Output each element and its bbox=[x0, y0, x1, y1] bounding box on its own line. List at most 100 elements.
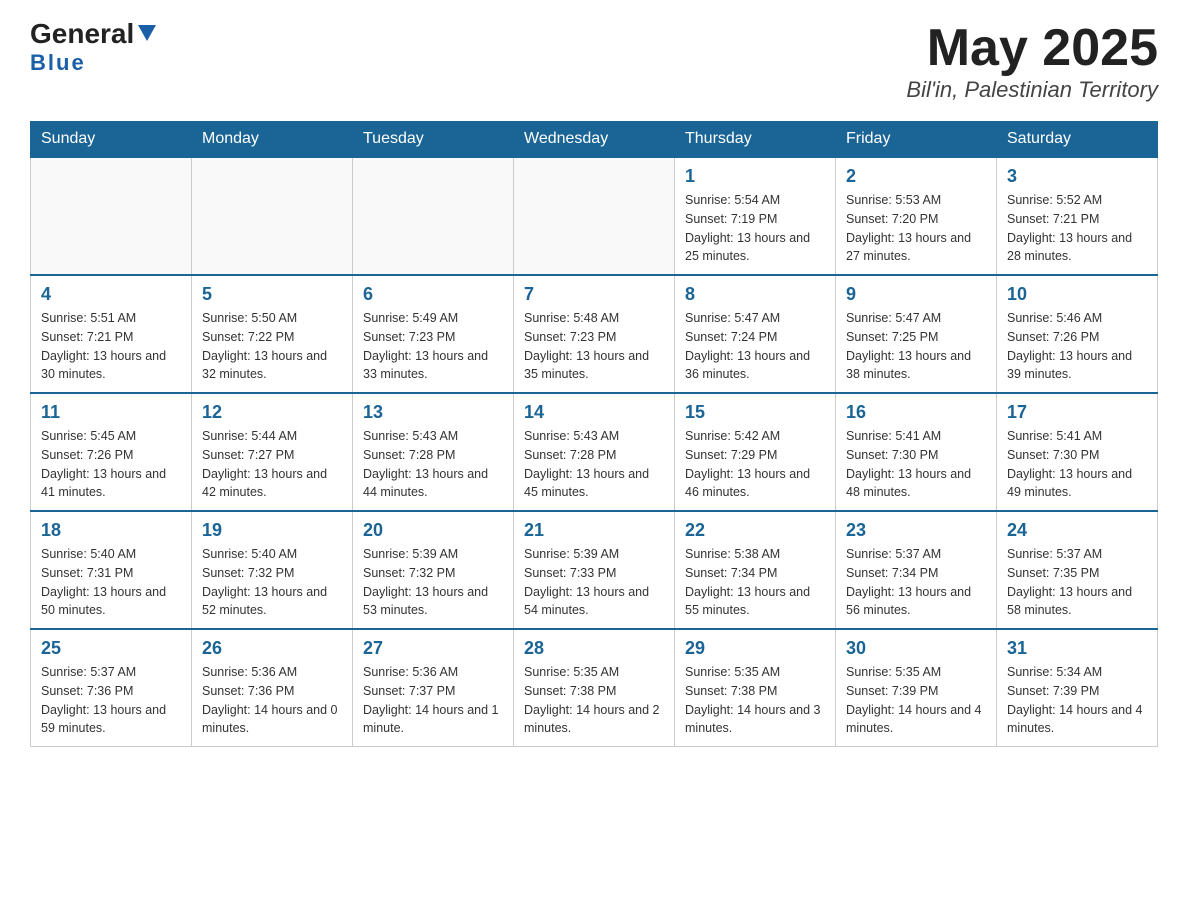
day-number: 23 bbox=[846, 520, 986, 541]
day-number: 20 bbox=[363, 520, 503, 541]
week-row-4: 18Sunrise: 5:40 AM Sunset: 7:31 PM Dayli… bbox=[31, 511, 1158, 629]
calendar-cell: 12 Sunrise: 5:44 AM Sunset: 7:27 PM Dayli… bbox=[192, 393, 353, 511]
calendar-cell bbox=[353, 157, 514, 275]
day-number: 27 bbox=[363, 638, 503, 659]
calendar-cell: 8 Sunrise: 5:47 AM Sunset: 7:24 PM Daylig… bbox=[675, 275, 836, 393]
calendar-cell: 17 Sunrise: 5:41 AM Sunset: 7:30 PM Dayli… bbox=[997, 393, 1158, 511]
day-number: 8 bbox=[685, 284, 825, 305]
day-number: 1 bbox=[685, 166, 825, 187]
calendar-cell bbox=[192, 157, 353, 275]
calendar-cell: 24Sunrise: 5:37 AM Sunset: 7:35 PM Dayli… bbox=[997, 511, 1158, 629]
day-info: Sunrise: 5:50 AM Sunset: 7:22 PM Dayligh… bbox=[202, 309, 342, 384]
calendar-cell: 3Sunrise: 5:52 AM Sunset: 7:21 PM Daylig… bbox=[997, 157, 1158, 275]
day-info: Sunrise: 5:35 AM Sunset: 7:38 PM Dayligh… bbox=[685, 663, 825, 738]
day-number: 2 bbox=[846, 166, 986, 187]
calendar-cell: 5 Sunrise: 5:50 AM Sunset: 7:22 PM Daylig… bbox=[192, 275, 353, 393]
day-info: Sunrise: 5:40 AM Sunset: 7:32 PM Dayligh… bbox=[202, 545, 342, 620]
location-subtitle: Bil'in, Palestinian Territory bbox=[906, 77, 1158, 103]
week-row-1: 1 Sunrise: 5:54 AM Sunset: 7:19 PM Daylig… bbox=[31, 157, 1158, 275]
day-info: Sunrise: 5:36 AM Sunset: 7:37 PM Dayligh… bbox=[363, 663, 503, 738]
week-row-2: 4 Sunrise: 5:51 AM Sunset: 7:21 PM Daylig… bbox=[31, 275, 1158, 393]
day-number: 7 bbox=[524, 284, 664, 305]
day-number: 16 bbox=[846, 402, 986, 423]
day-info: Sunrise: 5:53 AM Sunset: 7:20 PM Dayligh… bbox=[846, 191, 986, 266]
day-info: Sunrise: 5:38 AM Sunset: 7:34 PM Dayligh… bbox=[685, 545, 825, 620]
day-number: 17 bbox=[1007, 402, 1147, 423]
logo-text-blue: Blue bbox=[30, 50, 86, 76]
day-info: Sunrise: 5:48 AM Sunset: 7:23 PM Dayligh… bbox=[524, 309, 664, 384]
calendar-cell: 28 Sunrise: 5:35 AM Sunset: 7:38 PM Dayli… bbox=[514, 629, 675, 747]
calendar-cell: 4 Sunrise: 5:51 AM Sunset: 7:21 PM Daylig… bbox=[31, 275, 192, 393]
day-number: 28 bbox=[524, 638, 664, 659]
day-number: 11 bbox=[41, 402, 181, 423]
calendar-cell: 18Sunrise: 5:40 AM Sunset: 7:31 PM Dayli… bbox=[31, 511, 192, 629]
title-area: May 2025 Bil'in, Palestinian Territory bbox=[906, 20, 1158, 103]
month-title: May 2025 bbox=[906, 20, 1158, 77]
day-info: Sunrise: 5:39 AM Sunset: 7:32 PM Dayligh… bbox=[363, 545, 503, 620]
day-number: 30 bbox=[846, 638, 986, 659]
day-number: 24 bbox=[1007, 520, 1147, 541]
calendar-cell: 27 Sunrise: 5:36 AM Sunset: 7:37 PM Dayli… bbox=[353, 629, 514, 747]
calendar-cell: 20 Sunrise: 5:39 AM Sunset: 7:32 PM Dayli… bbox=[353, 511, 514, 629]
calendar-cell: 13Sunrise: 5:43 AM Sunset: 7:28 PM Dayli… bbox=[353, 393, 514, 511]
day-number: 25 bbox=[41, 638, 181, 659]
calendar-cell: 21 Sunrise: 5:39 AM Sunset: 7:33 PM Dayli… bbox=[514, 511, 675, 629]
calendar-table: SundayMondayTuesdayWednesdayThursdayFrid… bbox=[30, 121, 1158, 747]
day-number: 29 bbox=[685, 638, 825, 659]
calendar-cell: 1 Sunrise: 5:54 AM Sunset: 7:19 PM Daylig… bbox=[675, 157, 836, 275]
calendar-cell: 14Sunrise: 5:43 AM Sunset: 7:28 PM Dayli… bbox=[514, 393, 675, 511]
calendar-cell: 10Sunrise: 5:46 AM Sunset: 7:26 PM Dayli… bbox=[997, 275, 1158, 393]
col-header-sunday: Sunday bbox=[31, 122, 192, 158]
calendar-cell: 6Sunrise: 5:49 AM Sunset: 7:23 PM Daylig… bbox=[353, 275, 514, 393]
day-number: 6 bbox=[363, 284, 503, 305]
calendar-cell: 16 Sunrise: 5:41 AM Sunset: 7:30 PM Dayli… bbox=[836, 393, 997, 511]
day-number: 15 bbox=[685, 402, 825, 423]
calendar-cell: 26Sunrise: 5:36 AM Sunset: 7:36 PM Dayli… bbox=[192, 629, 353, 747]
logo-text-general: General bbox=[30, 20, 134, 48]
day-info: Sunrise: 5:44 AM Sunset: 7:27 PM Dayligh… bbox=[202, 427, 342, 502]
calendar-cell: 23Sunrise: 5:37 AM Sunset: 7:34 PM Dayli… bbox=[836, 511, 997, 629]
calendar-cell: 15 Sunrise: 5:42 AM Sunset: 7:29 PM Dayli… bbox=[675, 393, 836, 511]
calendar-cell: 19Sunrise: 5:40 AM Sunset: 7:32 PM Dayli… bbox=[192, 511, 353, 629]
day-info: Sunrise: 5:43 AM Sunset: 7:28 PM Dayligh… bbox=[363, 427, 503, 502]
day-number: 4 bbox=[41, 284, 181, 305]
day-info: Sunrise: 5:43 AM Sunset: 7:28 PM Dayligh… bbox=[524, 427, 664, 502]
calendar-cell bbox=[514, 157, 675, 275]
logo: General Blue bbox=[30, 20, 158, 76]
day-info: Sunrise: 5:35 AM Sunset: 7:38 PM Dayligh… bbox=[524, 663, 664, 738]
day-info: Sunrise: 5:39 AM Sunset: 7:33 PM Dayligh… bbox=[524, 545, 664, 620]
col-header-monday: Monday bbox=[192, 122, 353, 158]
day-info: Sunrise: 5:45 AM Sunset: 7:26 PM Dayligh… bbox=[41, 427, 181, 502]
col-header-thursday: Thursday bbox=[675, 122, 836, 158]
day-info: Sunrise: 5:34 AM Sunset: 7:39 PM Dayligh… bbox=[1007, 663, 1147, 738]
day-number: 26 bbox=[202, 638, 342, 659]
day-number: 10 bbox=[1007, 284, 1147, 305]
day-number: 9 bbox=[846, 284, 986, 305]
week-row-3: 11 Sunrise: 5:45 AM Sunset: 7:26 PM Dayli… bbox=[31, 393, 1158, 511]
calendar-cell: 29 Sunrise: 5:35 AM Sunset: 7:38 PM Dayli… bbox=[675, 629, 836, 747]
day-info: Sunrise: 5:51 AM Sunset: 7:21 PM Dayligh… bbox=[41, 309, 181, 384]
day-info: Sunrise: 5:40 AM Sunset: 7:31 PM Dayligh… bbox=[41, 545, 181, 620]
day-number: 3 bbox=[1007, 166, 1147, 187]
calendar-cell: 7 Sunrise: 5:48 AM Sunset: 7:23 PM Daylig… bbox=[514, 275, 675, 393]
calendar-cell: 2 Sunrise: 5:53 AM Sunset: 7:20 PM Daylig… bbox=[836, 157, 997, 275]
day-info: Sunrise: 5:54 AM Sunset: 7:19 PM Dayligh… bbox=[685, 191, 825, 266]
col-header-tuesday: Tuesday bbox=[353, 122, 514, 158]
logo-arrow-icon bbox=[136, 21, 158, 43]
day-number: 5 bbox=[202, 284, 342, 305]
col-header-saturday: Saturday bbox=[997, 122, 1158, 158]
day-number: 12 bbox=[202, 402, 342, 423]
calendar-cell bbox=[31, 157, 192, 275]
calendar-header-row: SundayMondayTuesdayWednesdayThursdayFrid… bbox=[31, 122, 1158, 158]
calendar-cell: 9Sunrise: 5:47 AM Sunset: 7:25 PM Daylig… bbox=[836, 275, 997, 393]
day-number: 21 bbox=[524, 520, 664, 541]
page-header: General Blue May 2025 Bil'in, Palestinia… bbox=[30, 20, 1158, 103]
col-header-friday: Friday bbox=[836, 122, 997, 158]
day-info: Sunrise: 5:47 AM Sunset: 7:24 PM Dayligh… bbox=[685, 309, 825, 384]
day-number: 31 bbox=[1007, 638, 1147, 659]
day-info: Sunrise: 5:41 AM Sunset: 7:30 PM Dayligh… bbox=[846, 427, 986, 502]
calendar-cell: 22Sunrise: 5:38 AM Sunset: 7:34 PM Dayli… bbox=[675, 511, 836, 629]
calendar-cell: 31 Sunrise: 5:34 AM Sunset: 7:39 PM Dayli… bbox=[997, 629, 1158, 747]
day-info: Sunrise: 5:42 AM Sunset: 7:29 PM Dayligh… bbox=[685, 427, 825, 502]
day-info: Sunrise: 5:41 AM Sunset: 7:30 PM Dayligh… bbox=[1007, 427, 1147, 502]
